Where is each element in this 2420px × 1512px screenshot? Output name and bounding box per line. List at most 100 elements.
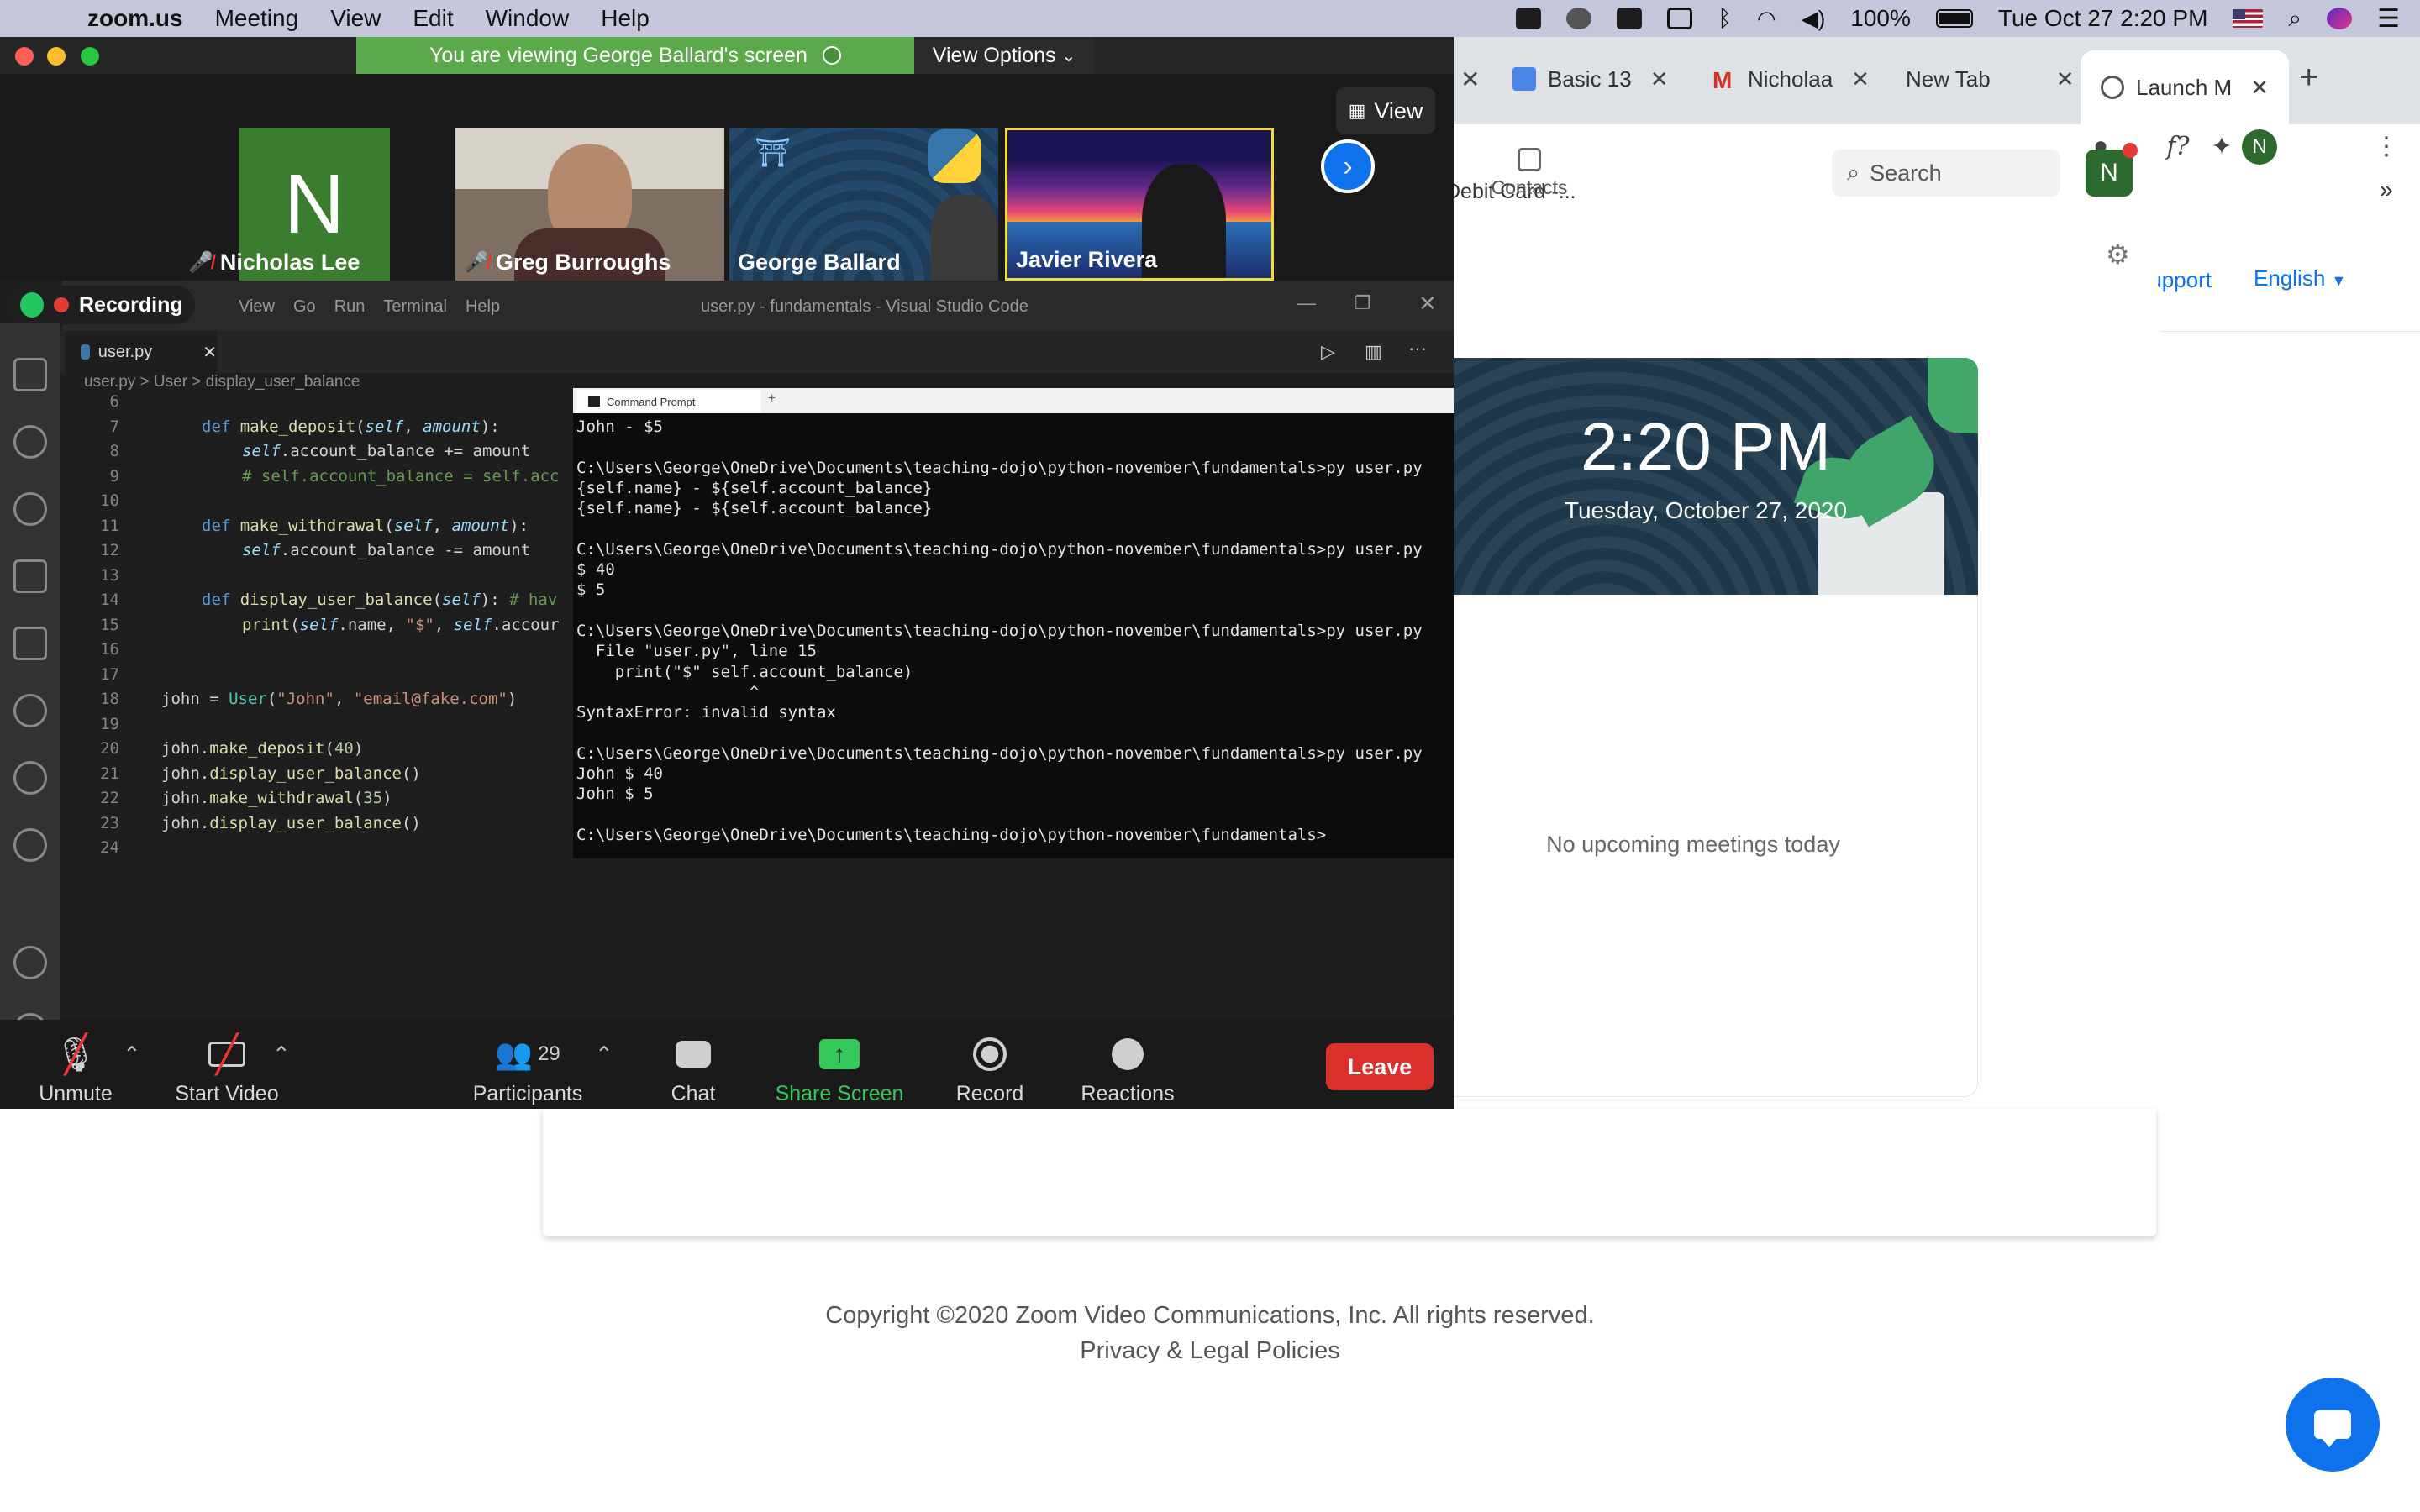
tab-close-icon[interactable]: ✕: [2056, 66, 2075, 92]
editor-tab: user.py ✕: [66, 331, 217, 373]
contacts-icon: [1518, 148, 1541, 171]
bluetooth-icon[interactable]: ᛒ: [1718, 5, 1732, 32]
tab-gmail[interactable]: M Nicholaa ✕: [1712, 57, 1870, 101]
settings-gear-icon[interactable]: ⚙: [2106, 239, 2130, 270]
participant-name-tag: Javier Rivera: [1016, 247, 1157, 273]
vscode-menus: View Go Run Terminal Help: [239, 297, 500, 317]
menu-view[interactable]: View: [330, 5, 381, 32]
spotlight-search-icon[interactable]: ⌕: [2288, 5, 2302, 33]
fullscreen-window-button[interactable]: [81, 47, 99, 66]
command-prompt-tab-bar: Command Prompt +: [573, 388, 1454, 413]
gmail-icon: M: [1712, 67, 1733, 93]
participant-name: Javier Rivera: [1016, 247, 1158, 272]
python-file-icon: [81, 344, 90, 360]
close-icon: ✕: [1418, 291, 1437, 316]
zoom-search-input[interactable]: ⌕ Search: [1832, 150, 2060, 197]
reactions-label: Reactions: [1081, 1082, 1175, 1105]
vscode-menu-item: Go: [293, 297, 316, 316]
start-video-button[interactable]: ╱ Start Video: [168, 1034, 286, 1106]
muted-mic-icon: 🎤̸: [464, 251, 489, 274]
tab-close-icon[interactable]: ✕: [2250, 75, 2269, 101]
tab-close-icon[interactable]: ✕: [1650, 66, 1669, 92]
run-icon: ▷: [1321, 341, 1335, 362]
participant-tile-active-speaker[interactable]: Javier Rivera: [1005, 128, 1274, 281]
tab-close-icon[interactable]: ✕: [1460, 66, 1480, 93]
timeline-icon: [13, 828, 47, 862]
tab-label: New Tab: [1906, 66, 1991, 92]
support-chat-button[interactable]: [2286, 1378, 2380, 1472]
view-layout-button[interactable]: ▦ View: [1336, 87, 1435, 134]
battery-percent: 100%: [1850, 5, 1911, 31]
battery-icon[interactable]: [1935, 9, 1973, 28]
next-page-button[interactable]: ›: [1321, 139, 1375, 193]
remote-icon: [13, 694, 47, 727]
menu-window[interactable]: Window: [486, 5, 570, 32]
paw-icon: [13, 761, 47, 795]
formula-extension-icon[interactable]: f?: [2161, 129, 2195, 163]
recording-indicator[interactable]: Recording: [8, 286, 195, 324]
contacts-nav[interactable]: Contacts: [1479, 148, 1580, 199]
menu-app-name[interactable]: zoom.us: [87, 5, 183, 32]
tool-status-icon[interactable]: [1617, 8, 1643, 29]
menubar-clock[interactable]: Tue Oct 27 2:20 PM: [1998, 5, 2208, 32]
bookmarks-overflow-icon[interactable]: »: [2380, 176, 2393, 203]
participant-tile[interactable]: N 🎤̸ Nicholas Lee: [180, 128, 449, 281]
menu-edit[interactable]: Edit: [413, 5, 453, 32]
volume-icon[interactable]: ◀): [1802, 6, 1826, 32]
tab-basic[interactable]: Basic 13 ✕: [1512, 57, 1669, 101]
participant-name-tag: 🎤̸ Greg Burroughs: [464, 249, 671, 276]
unmute-label: Unmute: [39, 1082, 113, 1105]
control-center-icon[interactable]: ☰: [2377, 4, 2400, 34]
record-label: Record: [955, 1082, 1024, 1105]
participants-options-caret-icon[interactable]: ⌃: [595, 1042, 613, 1068]
input-source-flag-icon[interactable]: [2233, 9, 2264, 28]
share-screen-button[interactable]: ↑ Share Screen: [771, 1035, 908, 1106]
more-actions-icon: ···: [1408, 338, 1427, 359]
siri-icon[interactable]: [2327, 8, 2353, 29]
tab-close-icon[interactable]: ✕: [1851, 66, 1870, 92]
tab-launch-meeting[interactable]: Launch M ✕: [2081, 50, 2289, 124]
creative-cloud-icon[interactable]: [1566, 8, 1592, 29]
video-options-caret-icon[interactable]: ⌃: [272, 1042, 291, 1068]
privacy-link[interactable]: Privacy & Legal Policies: [0, 1337, 2420, 1365]
chevron-down-icon: ▼: [2331, 272, 2347, 289]
participant-tile[interactable]: ⛩ George Ballard: [729, 128, 998, 281]
browser-menu-icon[interactable]: ⋮: [2370, 129, 2403, 163]
vscode-menu-item: Terminal: [383, 297, 447, 316]
menu-meeting[interactable]: Meeting: [215, 5, 299, 32]
audio-options-caret-icon[interactable]: ⌃: [123, 1042, 141, 1068]
run-debug-icon: [13, 559, 47, 593]
globe-icon: [2101, 76, 2124, 99]
view-options-button[interactable]: View Options ⌄: [914, 37, 1094, 74]
minimize-window-button[interactable]: [47, 47, 66, 66]
close-window-button[interactable]: [15, 47, 34, 66]
new-tab-button[interactable]: +: [2299, 59, 2318, 97]
participant-tile[interactable]: 🎤̸ Greg Burroughs: [455, 128, 724, 281]
language-selector[interactable]: English ▼: [2254, 265, 2346, 291]
extensions-puzzle-icon[interactable]: ✦: [2205, 129, 2238, 163]
zoom-status-icon[interactable]: [1516, 8, 1542, 29]
profile-avatar[interactable]: N: [2242, 129, 2277, 165]
menu-help[interactable]: Help: [601, 5, 650, 32]
video-strip: N 🎤̸ Nicholas Lee 🎤̸ Greg Burroughs ⛩ Geor…: [0, 74, 1454, 284]
chat-button[interactable]: Chat: [655, 1035, 731, 1106]
airplay-icon[interactable]: [1667, 8, 1693, 29]
google-docs-icon: [1512, 67, 1536, 91]
participants-button[interactable]: 👥 29 Participants: [469, 1035, 587, 1106]
record-button[interactable]: Record: [948, 1035, 1032, 1106]
participant-name: George Ballard: [738, 249, 901, 275]
grid-icon: ▦: [1348, 100, 1366, 121]
leave-meeting-button[interactable]: Leave: [1326, 1043, 1434, 1090]
tab-new-tab[interactable]: New Tab ✕: [1906, 57, 2074, 101]
support-link[interactable]: Support: [2158, 267, 2212, 293]
participant-name-tag: George Ballard: [738, 249, 901, 276]
chevron-down-icon: ⌄: [1061, 46, 1076, 66]
macos-menubar: zoom.us Meeting View Edit Window Help ᛒ …: [0, 0, 2420, 37]
reactions-icon: [1077, 1035, 1178, 1074]
unmute-button[interactable]: 🎙 ╱ Unmute: [25, 1034, 126, 1106]
reactions-button[interactable]: Reactions: [1077, 1035, 1178, 1106]
wifi-icon[interactable]: ◠: [1757, 6, 1776, 32]
chevron-right-icon: ›: [1343, 150, 1353, 182]
extensions-icon: [13, 627, 47, 660]
copyright-text: Copyright ©2020 Zoom Video Communication…: [825, 1302, 1595, 1329]
